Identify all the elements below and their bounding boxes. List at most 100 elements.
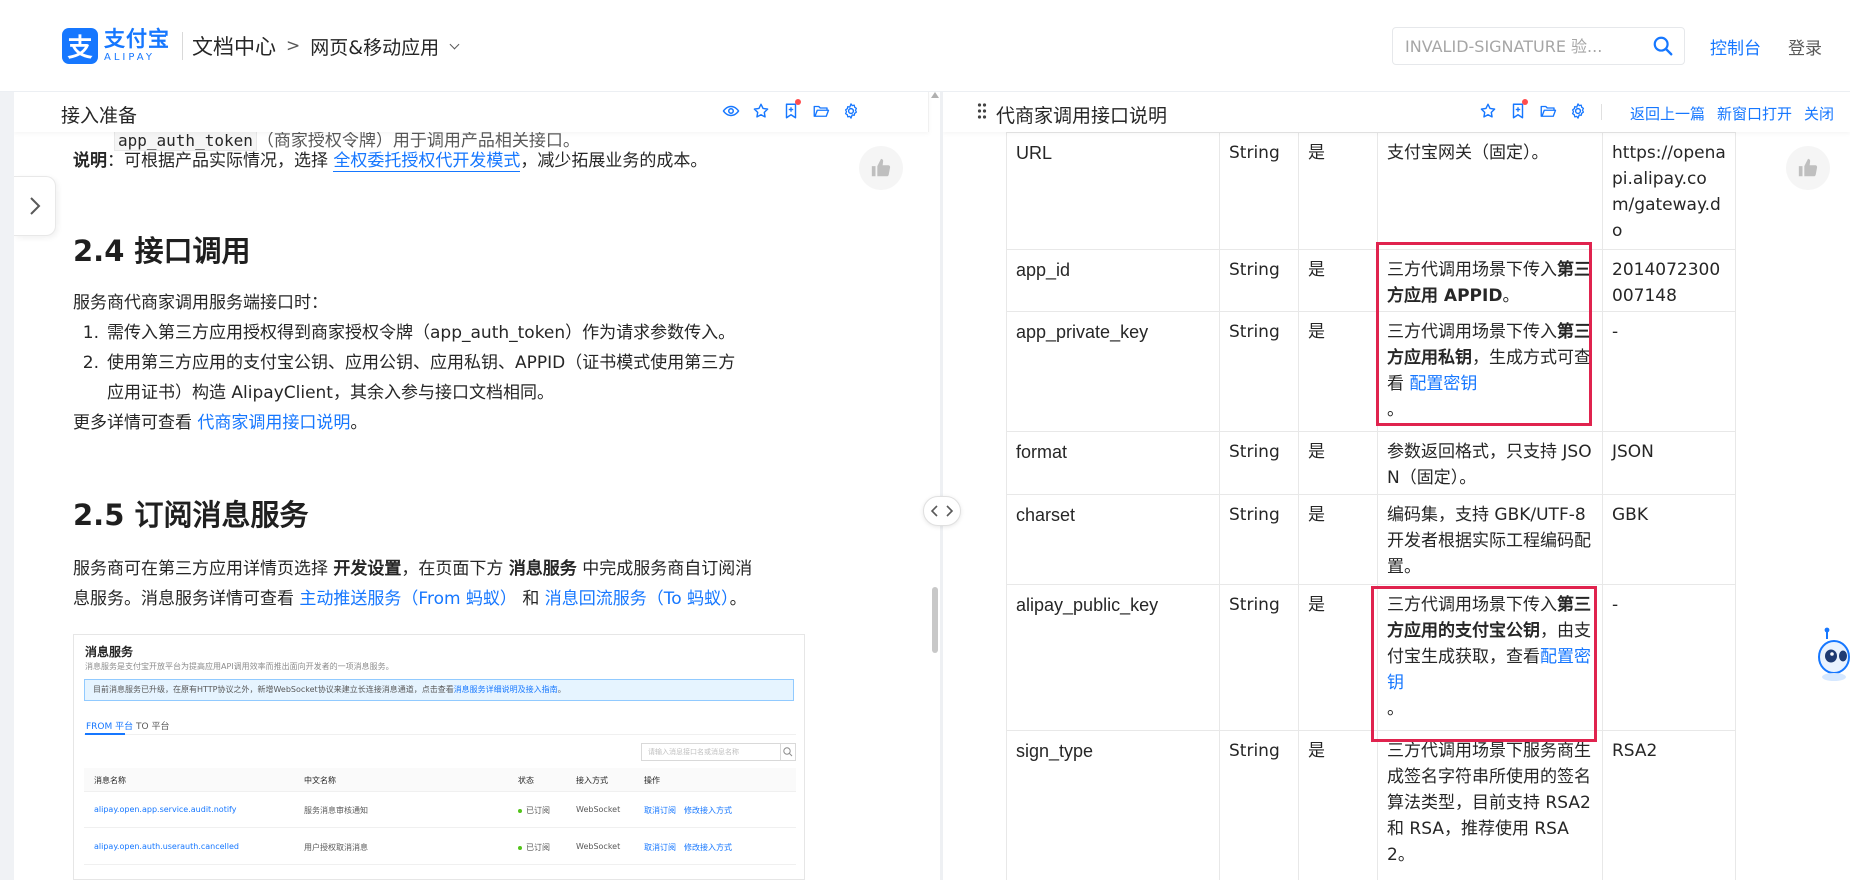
section-2-4-intro: 服务商代商家调用服务端接口时： <box>73 293 328 313</box>
drag-handle-icon[interactable] <box>977 102 987 120</box>
shot-tab-from: FROM 平台 <box>86 722 134 732</box>
shot-status: 已订阅 <box>518 805 550 816</box>
left-doc-content[interactable]: app_auth_token （商家授权令牌）用于调用产品相关接口。 说明：可根据… <box>14 92 939 880</box>
search-icon[interactable] <box>1652 35 1674 57</box>
star-icon[interactable] <box>752 102 770 120</box>
more-text: 更多详情可查看 <box>73 413 198 433</box>
alipay-logo-text[interactable]: 支付宝 ALIPAY <box>104 29 170 63</box>
param-type: String <box>1219 311 1299 432</box>
message-service-screenshot[interactable]: 消息服务 消息服务是支付宝开放平台为提高应用API调用效率而推出面向开发者的一项… <box>73 634 805 880</box>
full-delegation-link[interactable]: 全权委托授权代开发模式 <box>333 151 521 172</box>
table-row: alipay_public_key String 是 三方代调用场景下传入第三方… <box>1006 584 1736 731</box>
login-link[interactable]: 登录 <box>1788 34 1822 59</box>
top-navigation-bar: 支 支付宝 ALIPAY 文档中心 > 网页&移动应用 控制台 登录 <box>0 0 1850 92</box>
back-previous-link[interactable]: 返回上一篇 <box>1630 103 1705 124</box>
scroll-up-arrow-icon[interactable] <box>931 92 939 98</box>
alipay-logo-icon[interactable]: 支 <box>62 28 98 64</box>
table-row: format String 是 参数返回格式，只支持 JSON（固定）。 JSO… <box>1006 431 1736 495</box>
param-type: String <box>1219 494 1299 585</box>
shot-status: 已订阅 <box>518 842 550 853</box>
push-service-link[interactable]: 主动推送服务（From 蚂蚁） <box>299 589 517 609</box>
shot-th: 中文名称 <box>304 776 336 785</box>
param-name: sign_type <box>1006 730 1220 880</box>
shot-notice: 目前消息服务已升级，在原有HTTP协议之外，新增WebSocket协议来建立长连… <box>84 679 794 701</box>
shot-th: 消息名称 <box>94 776 126 785</box>
table-row: charset String 是 编码集，支持 GBK/UTF-8 开发者根据实… <box>1006 494 1736 585</box>
shot-td: 用户授权取消消息 <box>304 843 368 852</box>
code-arrows-icon <box>930 505 954 517</box>
right-doc-content[interactable]: URL String 是 支付宝网关（固定）。 https://openapi.… <box>943 92 1850 880</box>
table-row: app_private_key String 是 三方代调用场景下传入第三方应用… <box>1006 311 1736 432</box>
folder-open-icon[interactable] <box>812 102 830 120</box>
shot-th: 操作 <box>644 776 660 785</box>
param-name: alipay_public_key <box>1006 584 1220 731</box>
list-number: 2. <box>82 353 99 373</box>
gear-icon[interactable] <box>842 102 860 120</box>
doc-center-link[interactable]: 文档中心 <box>192 31 276 61</box>
folder-open-icon[interactable] <box>1539 102 1557 120</box>
param-type: String <box>1219 584 1299 731</box>
shot-search-icon <box>780 743 796 761</box>
param-type: String <box>1219 730 1299 880</box>
assistant-robot-icon[interactable] <box>1812 627 1850 685</box>
like-button[interactable] <box>859 146 903 190</box>
logo-separator <box>182 32 183 60</box>
close-panel-link[interactable]: 关闭 <box>1804 103 1834 124</box>
section-2-5-paragraph: 服务商可在第三方应用详情页选择 开发设置，在页面下方 消息服务 中完成服务商自订… <box>73 554 752 584</box>
thumbs-up-icon <box>1798 158 1818 177</box>
dev-settings-bold: 开发设置 <box>333 559 402 579</box>
chevron-down-icon[interactable] <box>449 39 460 49</box>
breadcrumb-current-page[interactable]: 网页&移动应用 <box>310 33 439 60</box>
param-required: 是 <box>1298 311 1378 432</box>
header-left: 支 支付宝 ALIPAY 文档中心 > 网页&移动应用 <box>62 28 460 64</box>
thumbs-up-icon <box>871 158 891 177</box>
config-key-link[interactable]: 配置密钥 <box>1409 374 1477 394</box>
console-link[interactable]: 控制台 <box>1710 34 1761 59</box>
left-panel-header: 接入准备 <box>14 92 929 132</box>
eye-icon[interactable] <box>722 102 740 120</box>
shot-th: 接入方式 <box>576 776 608 785</box>
param-desc: 三方代调用场景下传入第三方应用 APPID。 <box>1377 249 1603 312</box>
shot-title: 消息服务 <box>85 645 134 659</box>
message-service-bold: 消息服务 <box>508 559 577 579</box>
like-button[interactable] <box>1786 146 1830 190</box>
param-desc: 三方代调用场景下传入第三方应用的支付宝公钥，由支付宝生成获取，查看配置密钥。 <box>1377 584 1603 731</box>
p25-text: ，在页面下方 <box>401 559 509 579</box>
left-panel-scrollbar[interactable] <box>932 587 938 653</box>
param-value: GBK <box>1602 494 1736 585</box>
table-row: sign_type String 是 三方代调用场景下服务商生成签名字符串所使用… <box>1006 730 1736 880</box>
note-paragraph: 说明：可根据产品实际情况，选择 全权委托授权代开发模式，减少拓展业务的成本。 <box>73 146 707 176</box>
shot-notice-text: 目前消息服务已升级，在原有HTTP协议之外，新增WebSocket协议来建立长连… <box>93 685 454 694</box>
notification-dot <box>795 99 801 105</box>
open-new-window-link[interactable]: 新窗口打开 <box>1717 103 1792 124</box>
callback-service-link[interactable]: 消息回流服务（To 蚂蚁） <box>545 589 730 609</box>
param-desc: 支付宝网关（固定）。 <box>1377 132 1603 250</box>
p25-text: 和 <box>516 589 545 609</box>
param-required: 是 <box>1298 132 1378 250</box>
p25-text: 。 <box>729 589 747 609</box>
merchant-api-doc-link[interactable]: 代商家调用接口说明 <box>197 413 350 433</box>
table-row: alipay.open.auth.userauth.cancelled 用户授权… <box>84 829 796 865</box>
list-text: 需传入第三方应用授权得到商家授权令牌（app_auth_token）作为请求参数… <box>107 323 736 343</box>
search-input[interactable] <box>1393 28 1643 64</box>
search-box <box>1392 27 1685 65</box>
shot-tab-to: TO 平台 <box>136 722 170 732</box>
param-type: String <box>1219 431 1299 495</box>
shot-notice-end: 。 <box>557 685 566 694</box>
star-icon[interactable] <box>1479 102 1497 120</box>
table-row: app_id String 是 三方代调用场景下传入第三方应用 APPID。 2… <box>1006 249 1736 312</box>
list-text: 应用证书）构造 AlipayClient，其余入参与接口文档相同。 <box>107 383 554 403</box>
logo-cn: 支付宝 <box>104 27 170 51</box>
right-panel-title: 代商家调用接口说明 <box>996 105 1168 127</box>
param-name: app_id <box>1006 249 1220 312</box>
param-required: 是 <box>1298 431 1378 495</box>
gear-icon[interactable] <box>1569 102 1587 120</box>
panel-resize-toggle[interactable] <box>923 496 961 526</box>
params-table: URL String 是 支付宝网关（固定）。 https://openapi.… <box>1006 132 1736 880</box>
right-doc-panel: URL String 是 支付宝网关（固定）。 https://openapi.… <box>943 92 1850 880</box>
expand-sidebar-button[interactable] <box>14 176 56 236</box>
param-type: String <box>1219 249 1299 312</box>
list-number: 1. <box>82 323 99 343</box>
table-row: URL String 是 支付宝网关（固定）。 https://openapi.… <box>1006 132 1736 250</box>
param-value: - <box>1602 311 1736 432</box>
